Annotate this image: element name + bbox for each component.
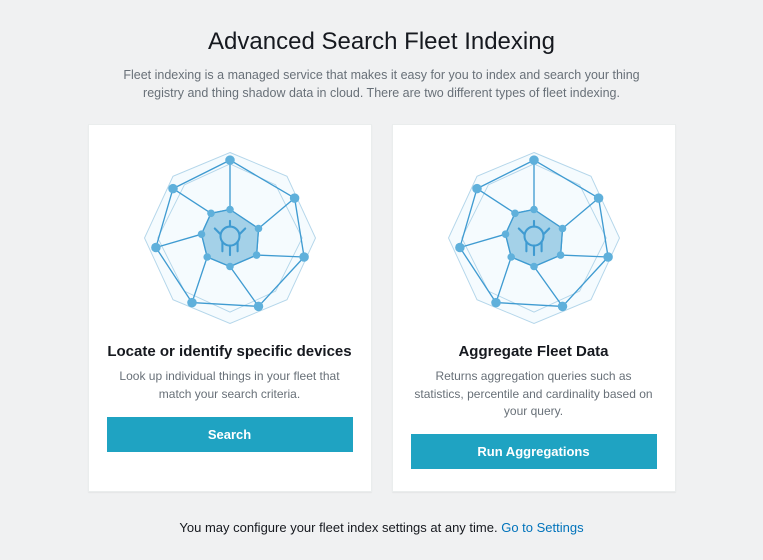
network-sphere-icon [439, 143, 629, 333]
card-locate-devices: Locate or identify specific devices Look… [88, 124, 372, 492]
card-description: Look up individual things in your fleet … [107, 368, 353, 403]
network-sphere-icon [135, 143, 325, 333]
footer-text: You may configure your fleet index setti… [179, 520, 583, 535]
page-title: Advanced Search Fleet Indexing [208, 28, 555, 56]
run-aggregations-button[interactable]: Run Aggregations [411, 434, 657, 469]
card-title: Aggregate Fleet Data [458, 343, 608, 360]
page: Advanced Search Fleet Indexing Fleet ind… [0, 0, 763, 555]
go-to-settings-link[interactable]: Go to Settings [501, 520, 583, 535]
footer-message: You may configure your fleet index setti… [179, 520, 501, 535]
page-subtitle: Fleet indexing is a managed service that… [102, 66, 662, 102]
cards-row: Locate or identify specific devices Look… [36, 124, 727, 492]
card-title: Locate or identify specific devices [107, 343, 351, 360]
search-button[interactable]: Search [107, 417, 353, 452]
card-aggregate-data: Aggregate Fleet Data Returns aggregation… [392, 124, 676, 492]
card-description: Returns aggregation queries such as stat… [411, 368, 657, 420]
